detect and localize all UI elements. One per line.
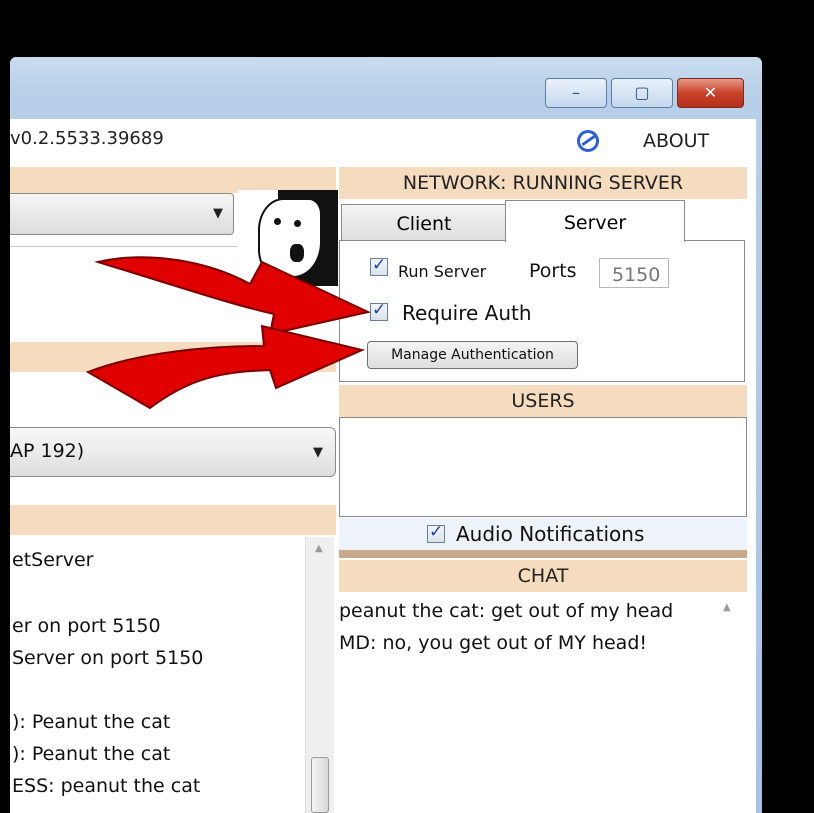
annotation-arrows: [85, 256, 372, 410]
arrow-to-manage-auth: [85, 324, 366, 410]
arrow-to-require-auth: [94, 256, 372, 336]
